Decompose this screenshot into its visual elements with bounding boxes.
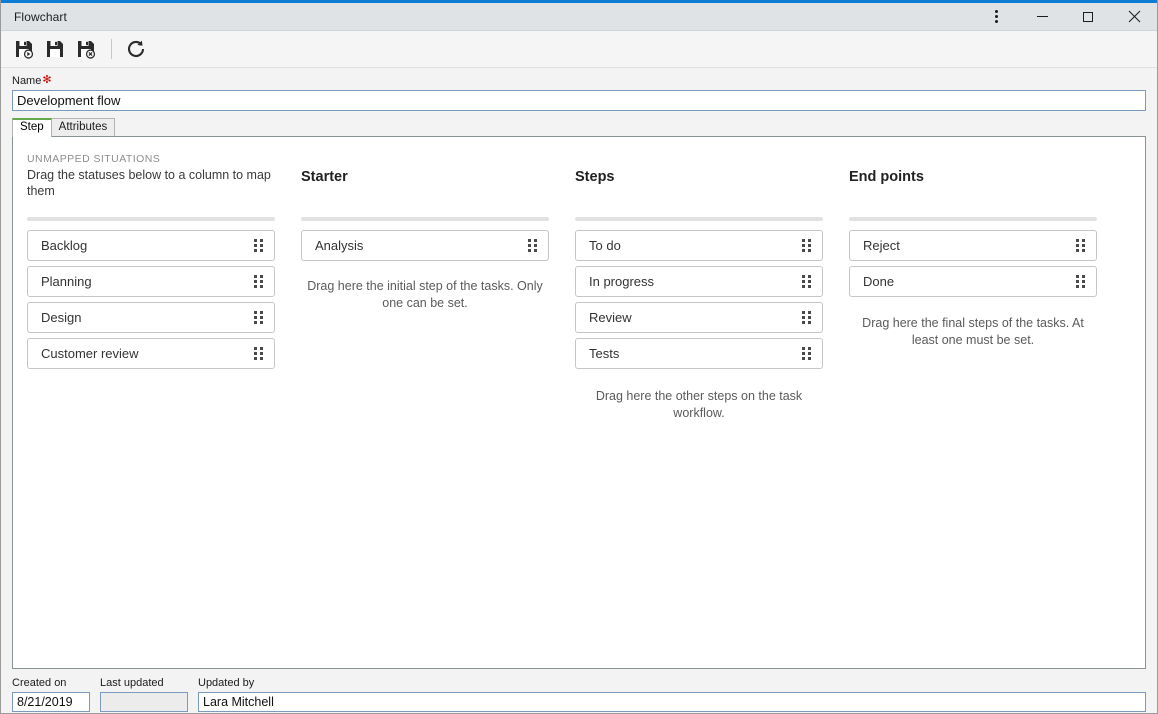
title-bar: Flowchart — [1, 3, 1157, 31]
refresh-button[interactable] — [121, 34, 151, 64]
list-item[interactable]: Tests — [575, 338, 823, 369]
drag-handle-icon[interactable] — [1076, 275, 1085, 288]
column-unmapped-situations: UNMAPPED SITUATIONS Drag the statuses be… — [27, 153, 275, 422]
last-updated-group: Last updated — [100, 677, 188, 712]
drag-handle-icon[interactable] — [254, 347, 263, 360]
drag-handle-icon[interactable] — [802, 347, 811, 360]
drag-handle-icon[interactable] — [802, 239, 811, 252]
steps-divider — [575, 217, 823, 221]
card-label: Backlog — [41, 237, 88, 253]
drag-handle-icon[interactable] — [254, 311, 263, 324]
card-label: Planning — [41, 273, 92, 289]
name-label-row: Name ✻ — [12, 75, 1146, 88]
card-label: To do — [589, 237, 621, 253]
updated-by-group: Updated by — [198, 677, 1146, 712]
starter-divider — [301, 217, 549, 221]
steps-hint: Drag here the other steps on the task wo… — [595, 389, 803, 420]
card-label: In progress — [589, 273, 655, 289]
name-field-group: Name ✻ — [1, 68, 1157, 111]
drag-handle-icon[interactable] — [802, 311, 811, 324]
minimize-icon — [1036, 16, 1048, 17]
minimize-button[interactable] — [1019, 3, 1065, 31]
list-item[interactable]: To do — [575, 230, 823, 261]
drag-handle-icon[interactable] — [802, 275, 811, 288]
column-steps: Steps To do In progress Review Tests Dra… — [575, 153, 823, 422]
window-controls — [973, 3, 1157, 31]
column-starter: Starter Analysis Drag here the initial s… — [301, 153, 549, 422]
updated-by-field[interactable] — [198, 692, 1146, 712]
kebab-menu-icon — [994, 10, 998, 23]
card-label: Done — [863, 273, 895, 289]
save-and-close-icon — [78, 41, 96, 59]
list-item[interactable]: Customer review — [27, 338, 275, 369]
save-and-new-icon — [16, 41, 34, 59]
drag-handle-icon[interactable] — [1076, 239, 1085, 252]
unmapped-header: UNMAPPED SITUATIONS Drag the statuses be… — [27, 153, 275, 209]
card-label: Customer review — [41, 345, 139, 361]
steps-title: Steps — [575, 169, 615, 185]
toolbar-separator — [111, 39, 112, 59]
list-item[interactable]: Reject — [849, 230, 1097, 261]
list-item[interactable]: In progress — [575, 266, 823, 297]
list-item[interactable]: Design — [27, 302, 275, 333]
maximize-icon — [1083, 11, 1093, 22]
card-label: Reject — [863, 237, 900, 253]
list-item[interactable]: Backlog — [27, 230, 275, 261]
close-button[interactable] — [1111, 3, 1157, 31]
drag-handle-icon[interactable] — [254, 239, 263, 252]
flowchart-window: Flowchart Name ✻ Development flow Step A… — [0, 0, 1158, 714]
card-label: Design — [41, 309, 82, 325]
list-item[interactable]: Review — [575, 302, 823, 333]
card-label: Tests — [589, 345, 620, 361]
name-input[interactable] — [12, 90, 1146, 111]
endpoints-list: Reject Done — [849, 230, 1097, 297]
list-item[interactable]: Planning — [27, 266, 275, 297]
starter-list: Analysis — [301, 230, 549, 261]
column-end-points: End points Reject Done Drag here the fin… — [849, 153, 1097, 422]
drag-handle-icon[interactable] — [528, 239, 537, 252]
created-on-group: Created on — [12, 677, 90, 712]
tab-step[interactable]: Step — [12, 118, 52, 137]
save-and-close-button[interactable] — [71, 34, 101, 64]
card-label: Review — [589, 309, 632, 325]
save-button[interactable] — [40, 34, 70, 64]
starter-title: Starter — [301, 169, 348, 185]
refresh-icon — [127, 40, 145, 58]
unmapped-subtitle: Drag the statuses below to a column to m… — [27, 168, 271, 198]
tab-attributes[interactable]: Attributes — [50, 118, 116, 137]
close-icon — [1128, 10, 1140, 23]
save-and-new-button[interactable] — [9, 34, 39, 64]
unmapped-divider — [27, 217, 275, 221]
drag-handle-icon[interactable] — [254, 275, 263, 288]
created-on-field[interactable] — [12, 692, 90, 712]
updated-by-label: Updated by — [198, 677, 255, 689]
endpoints-hint: Drag here the final steps of the tasks. … — [862, 316, 1084, 347]
unmapped-list: Backlog Planning Design Customer review — [27, 230, 275, 369]
name-label: Name — [12, 75, 42, 87]
footer-metadata: Created on Last updated Updated by — [1, 669, 1157, 713]
endpoints-title: End points — [849, 169, 924, 185]
required-marker-icon: ✻ — [42, 74, 52, 86]
maximize-button[interactable] — [1065, 3, 1111, 31]
unmapped-kicker: UNMAPPED SITUATIONS — [27, 153, 161, 165]
more-options-button[interactable] — [973, 3, 1019, 31]
list-item[interactable]: Analysis — [301, 230, 549, 261]
window-title: Flowchart — [14, 9, 67, 24]
last-updated-label: Last updated — [100, 677, 164, 689]
created-on-label: Created on — [12, 677, 67, 689]
endpoints-divider — [849, 217, 1097, 221]
last-updated-field[interactable] — [100, 692, 188, 712]
toolbar — [1, 31, 1157, 68]
tab-bar: Step Attributes — [1, 111, 1157, 137]
board-columns: UNMAPPED SITUATIONS Drag the statuses be… — [13, 137, 1145, 422]
card-label: Analysis — [315, 237, 364, 253]
steps-list: To do In progress Review Tests — [575, 230, 823, 369]
flowchart-board: UNMAPPED SITUATIONS Drag the statuses be… — [12, 136, 1146, 669]
list-item[interactable]: Done — [849, 266, 1097, 297]
starter-hint: Drag here the initial step of the tasks.… — [307, 279, 543, 310]
save-icon — [47, 41, 63, 57]
